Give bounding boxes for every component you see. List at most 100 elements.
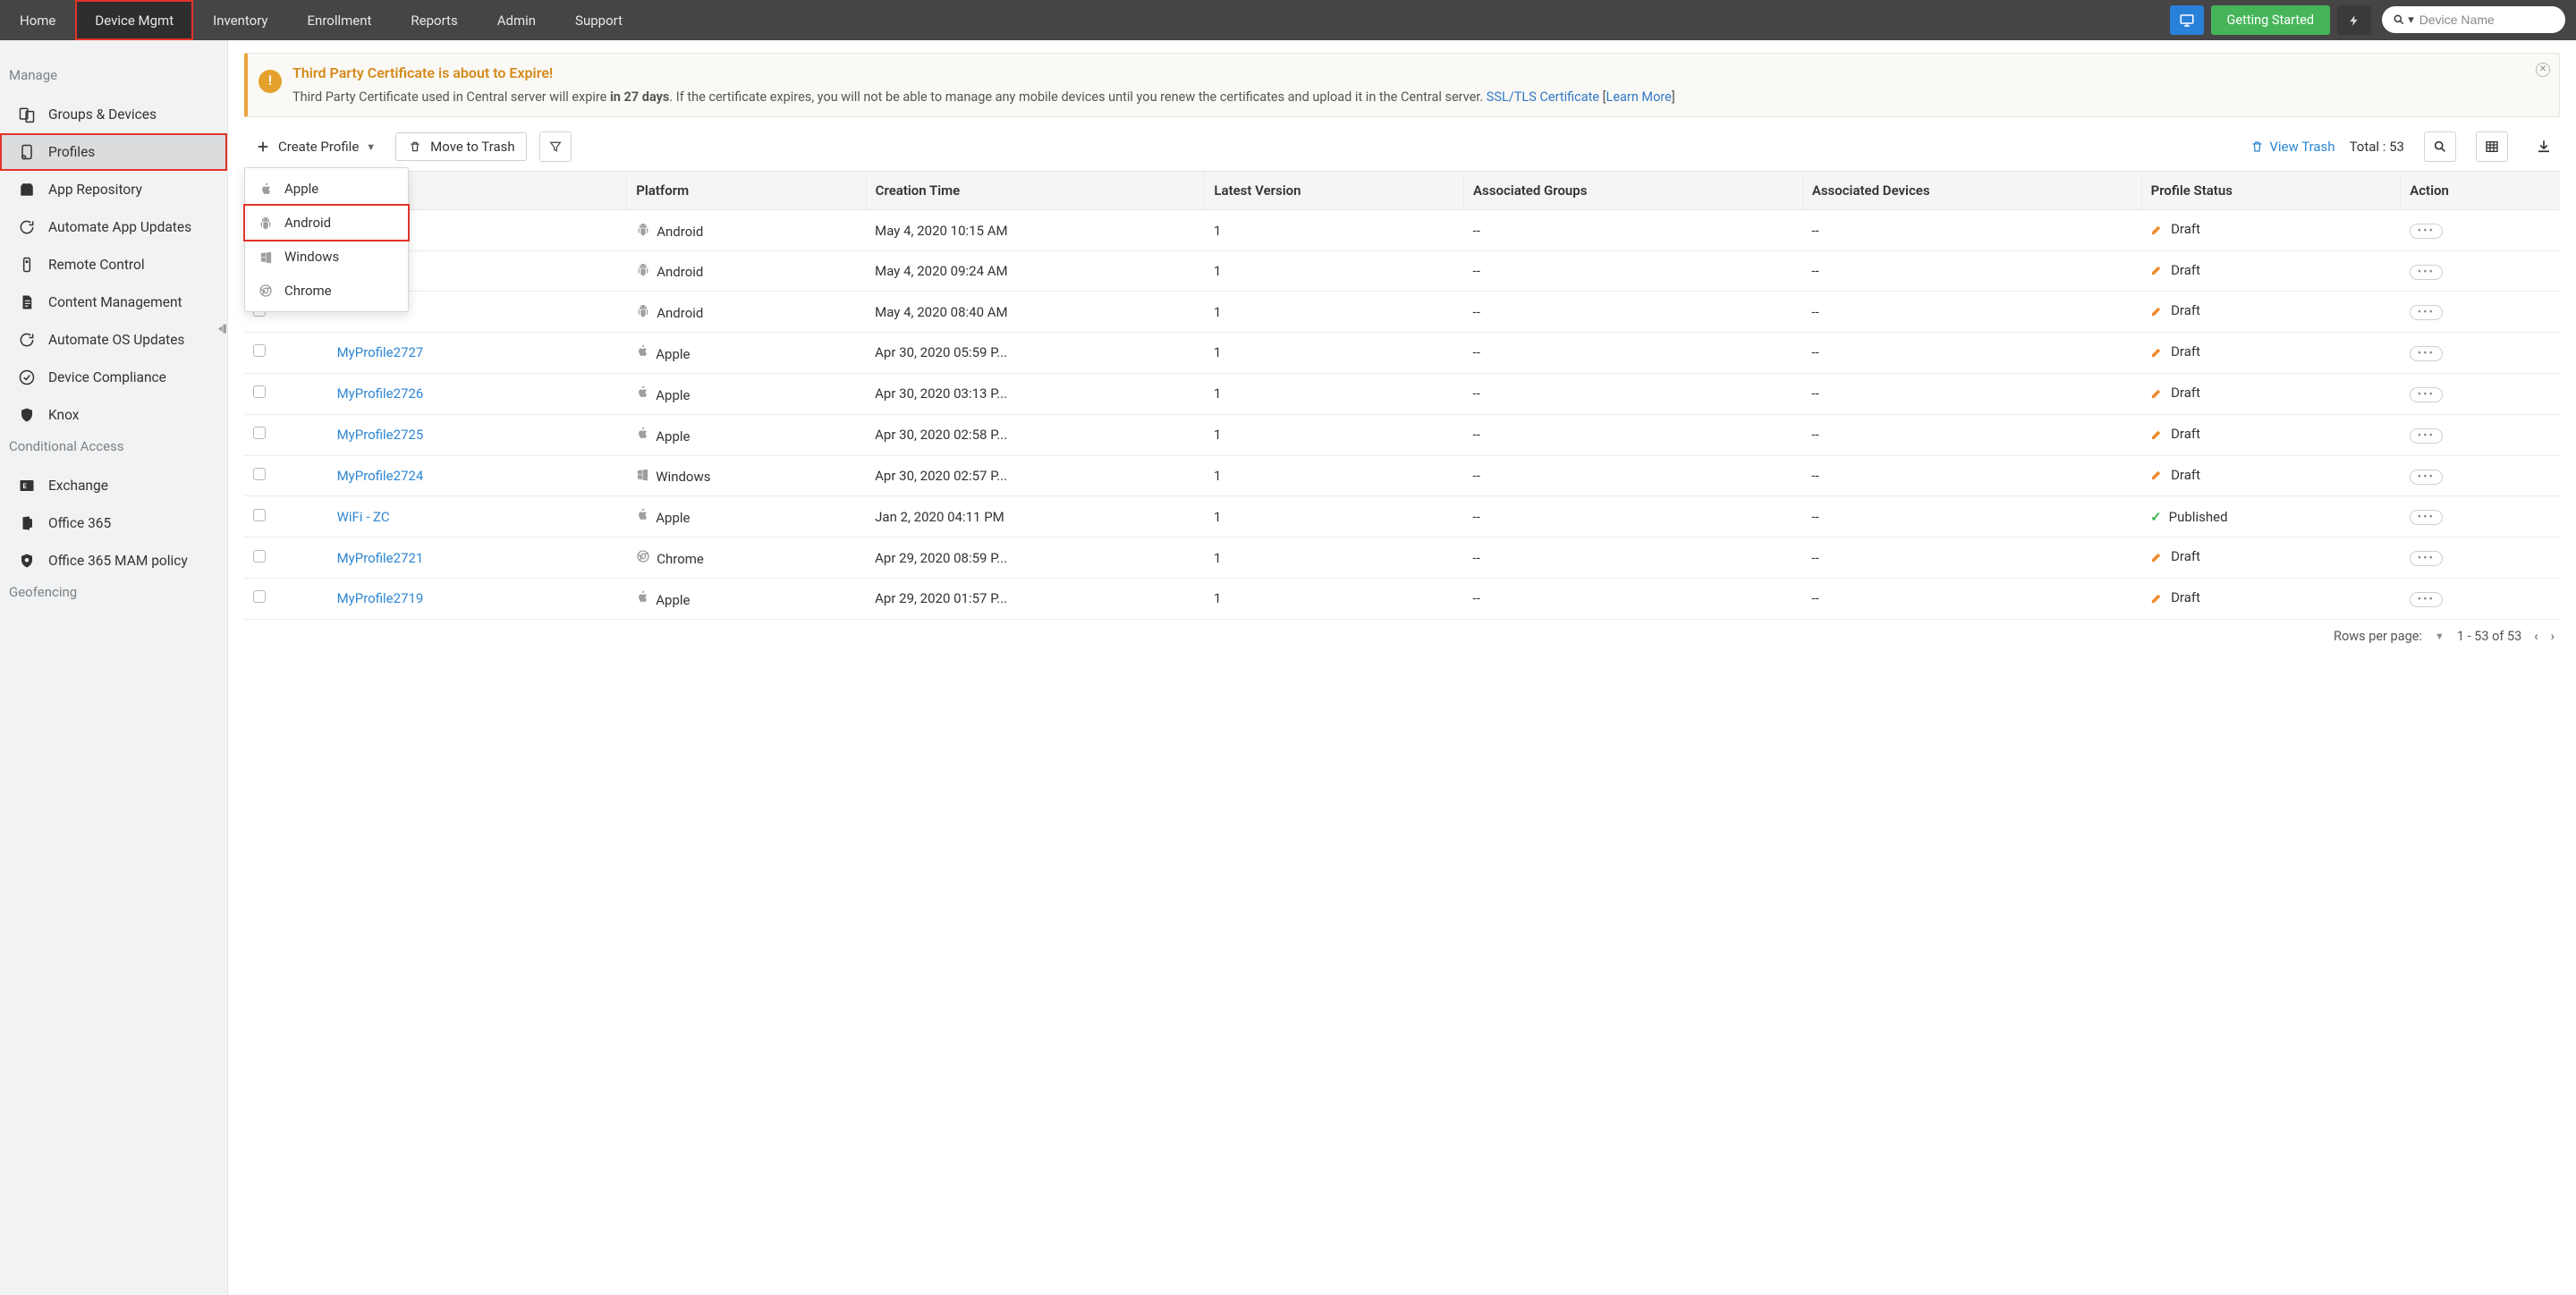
draft-icon	[2150, 468, 2164, 481]
create-profile-dropdown: AppleAndroidWindowsChrome	[244, 167, 409, 312]
row-checkbox[interactable]	[253, 509, 266, 521]
assoc-devices: --	[1802, 210, 2141, 251]
dropdown-item-windows[interactable]: Windows	[245, 240, 408, 274]
row-checkbox[interactable]	[253, 590, 266, 603]
nav-admin[interactable]: Admin	[478, 0, 555, 40]
learn-more-link[interactable]: Learn More	[1606, 89, 1672, 105]
draft-icon	[2150, 345, 2164, 359]
sidebar-item-profiles[interactable]: Profiles	[0, 133, 227, 171]
remote-screen-icon[interactable]	[2170, 5, 2204, 35]
nav-device-mgmt[interactable]: Device Mgmt	[75, 0, 193, 40]
row-actions-button[interactable]: •••	[2410, 592, 2443, 607]
sidebar-item-automate-app-updates[interactable]: Automate App Updates	[0, 208, 227, 246]
col-assoc-groups[interactable]: Associated Groups	[1464, 172, 1803, 210]
download-button[interactable]	[2528, 131, 2560, 162]
draft-icon	[2150, 427, 2164, 441]
page-next[interactable]: ›	[2551, 629, 2555, 644]
row-checkbox[interactable]	[253, 385, 266, 398]
assoc-groups: --	[1464, 210, 1803, 251]
page-prev[interactable]: ‹	[2534, 629, 2538, 644]
profile-name-link[interactable]: MyProfile2721	[337, 550, 424, 566]
nav-home[interactable]: Home	[0, 0, 75, 40]
profile-name-link[interactable]: WiFi - ZC	[337, 509, 390, 525]
row-actions-button[interactable]: •••	[2410, 387, 2443, 402]
creation-time: May 4, 2020 08:40 AM	[866, 292, 1205, 333]
sidebar-item-remote-control[interactable]: Remote Control	[0, 246, 227, 284]
sidebar-item-knox[interactable]: Knox	[0, 396, 227, 434]
sidebar-item-groups-devices[interactable]: Groups & Devices	[0, 96, 227, 133]
profile-name-link[interactable]: MyProfile2719	[337, 590, 424, 606]
profile-name-link[interactable]: MyProfile2724	[337, 468, 424, 484]
col-action[interactable]: Action	[2401, 172, 2560, 210]
sidebar-item-label: Content Management	[48, 294, 182, 310]
row-actions-button[interactable]: •••	[2410, 428, 2443, 444]
sidebar-item-app-repository[interactable]: App Repository	[0, 171, 227, 208]
draft-icon	[2150, 591, 2164, 605]
search-scope-icon[interactable]: ▾	[2393, 13, 2414, 27]
profile-status: ✓ Published	[2150, 509, 2227, 525]
view-trash-link[interactable]: View Trash	[2250, 139, 2334, 155]
sidebar-item-office-365[interactable]: Office 365	[0, 504, 227, 542]
row-actions-button[interactable]: •••	[2410, 346, 2443, 361]
table-row: WiFi - ZC AppleJan 2, 2020 04:11 PM1----…	[244, 496, 2560, 537]
col-creation-time[interactable]: Creation Time	[866, 172, 1205, 210]
row-actions-button[interactable]: •••	[2410, 551, 2443, 566]
table-columns-button[interactable]	[2476, 131, 2508, 162]
platform-icon	[636, 549, 650, 563]
create-profile-button[interactable]: Create Profile ▼	[244, 133, 386, 160]
table-row: MyProfile2721 ChromeApr 29, 2020 08:59 P…	[244, 537, 2560, 579]
row-actions-button[interactable]: •••	[2410, 224, 2443, 239]
profile-status: Draft	[2150, 467, 2200, 483]
sidebar-item-office-365-mam-policy[interactable]: Office 365 MAM policy	[0, 542, 227, 580]
dropdown-item-apple[interactable]: Apple	[245, 172, 408, 206]
nav-spacer	[642, 0, 2170, 40]
sidebar-item-label: Automate App Updates	[48, 219, 191, 235]
latest-version: 1	[1205, 455, 1464, 496]
sidebar-item-label: App Repository	[48, 182, 142, 198]
profile-status: Draft	[2150, 302, 2200, 318]
device-search[interactable]: ▾	[2382, 6, 2565, 33]
profile-name-link[interactable]: MyProfile2727	[337, 344, 424, 360]
dropdown-item-android[interactable]: Android	[245, 206, 408, 240]
nav-reports[interactable]: Reports	[391, 0, 477, 40]
row-checkbox[interactable]	[253, 344, 266, 357]
move-to-trash-button[interactable]: Move to Trash	[395, 132, 526, 161]
pagination: Rows per page: ▼ 1 - 53 of 53 ‹ ›	[228, 620, 2576, 656]
dropdown-item-chrome[interactable]: Chrome	[245, 274, 408, 308]
sidebar-item-exchange[interactable]: EExchange	[0, 467, 227, 504]
col-assoc-devices[interactable]: Associated Devices	[1802, 172, 2141, 210]
row-actions-button[interactable]: •••	[2410, 265, 2443, 280]
creation-time: May 4, 2020 09:24 AM	[866, 250, 1205, 292]
draft-icon	[2150, 223, 2164, 236]
row-checkbox[interactable]	[253, 550, 266, 563]
table-row: MyProfile2725 AppleApr 30, 2020 02:58 P.…	[244, 414, 2560, 455]
profile-name-link[interactable]: MyProfile2726	[337, 385, 424, 402]
nav-support[interactable]: Support	[555, 0, 642, 40]
alert-close-icon[interactable]: ✕	[2536, 63, 2550, 77]
app-repo-icon	[18, 181, 36, 199]
lightning-icon[interactable]	[2337, 5, 2371, 35]
table-search-button[interactable]	[2424, 131, 2456, 162]
row-actions-button[interactable]: •••	[2410, 510, 2443, 525]
row-actions-button[interactable]: •••	[2410, 305, 2443, 320]
sidebar-item-device-compliance[interactable]: Device Compliance	[0, 359, 227, 396]
col-platform[interactable]: Platform	[627, 172, 866, 210]
profile-name-link[interactable]: MyProfile2725	[337, 427, 424, 443]
table-row: AndroidMay 4, 2020 09:24 AM1---- Draft••…	[244, 250, 2560, 292]
filter-button[interactable]	[539, 131, 572, 162]
sidebar-collapse-handle[interactable]: ◂▮	[218, 322, 227, 335]
getting-started-button[interactable]: Getting Started	[2211, 5, 2330, 35]
col-profile-status[interactable]: Profile Status	[2141, 172, 2401, 210]
rows-per-page-select[interactable]: ▼	[2435, 631, 2445, 642]
col-latest-version[interactable]: Latest Version	[1205, 172, 1464, 210]
sidebar-item-content-management[interactable]: Content Management	[0, 284, 227, 321]
search-input[interactable]	[2419, 13, 2555, 27]
row-actions-button[interactable]: •••	[2410, 470, 2443, 485]
nav-enrollment[interactable]: Enrollment	[288, 0, 392, 40]
row-checkbox[interactable]	[253, 427, 266, 439]
ssl-link[interactable]: SSL/TLS Certificate	[1487, 89, 1599, 105]
nav-inventory[interactable]: Inventory	[193, 0, 287, 40]
sidebar-item-automate-os-updates[interactable]: Automate OS Updates	[0, 321, 227, 359]
profile-status: Draft	[2150, 343, 2200, 360]
row-checkbox[interactable]	[253, 468, 266, 480]
